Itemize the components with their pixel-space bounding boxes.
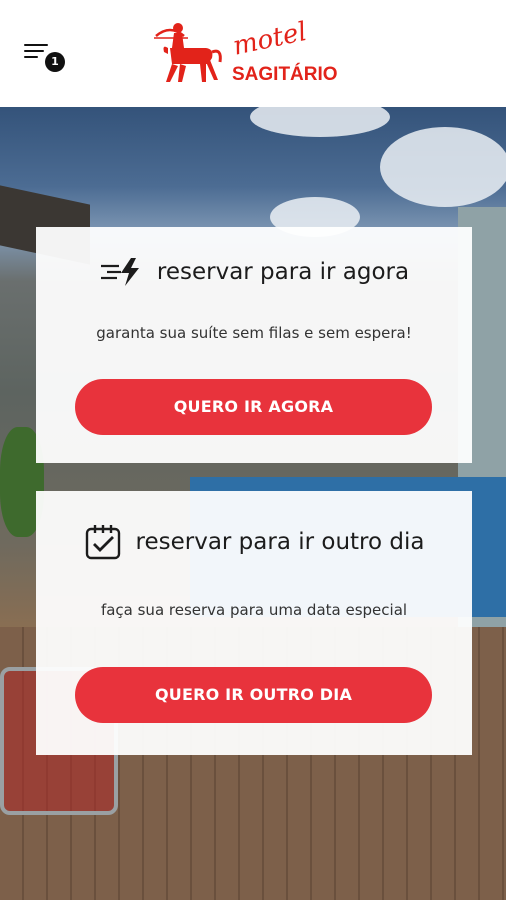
hamburger-menu-icon-line — [24, 50, 44, 52]
notification-badge: 1 — [45, 52, 65, 72]
lightning-speed-icon — [100, 258, 139, 286]
card-title-row: reservar para ir outro dia — [36, 523, 472, 561]
card-title-row: reservar para ir agora — [36, 257, 472, 287]
go-other-day-button[interactable]: QUERO IR OUTRO DIA — [75, 667, 432, 723]
reserve-now-card: reservar para ir agora garanta sua suíte… — [36, 227, 472, 463]
logo-script-text: motel — [230, 18, 309, 62]
hamburger-menu-icon-line — [24, 56, 38, 58]
logo-brand-text: SAGITÁRIO — [232, 63, 338, 85]
hamburger-menu-icon — [24, 44, 48, 46]
cloud — [380, 127, 506, 207]
cloud — [250, 107, 390, 137]
app-header: 1 motel SAGITÁRIO — [0, 0, 506, 107]
motel-sagitario-logo: motel SAGITÁRIO — [154, 18, 338, 85]
card-title: reservar para ir agora — [156, 259, 410, 285]
card-title: reservar para ir outro dia — [135, 529, 425, 555]
card-subtitle: faça sua reserva para uma data especial — [100, 601, 408, 619]
centaur-archer-icon — [154, 23, 222, 82]
reserve-other-day-card: reservar para ir outro dia faça sua rese… — [36, 491, 472, 755]
calendar-check-icon — [85, 525, 120, 560]
menu-button[interactable]: 1 — [24, 40, 65, 74]
go-now-button[interactable]: QUERO IR AGORA — [75, 379, 432, 435]
card-subtitle: garanta sua suíte sem filas e sem espera… — [96, 324, 412, 342]
